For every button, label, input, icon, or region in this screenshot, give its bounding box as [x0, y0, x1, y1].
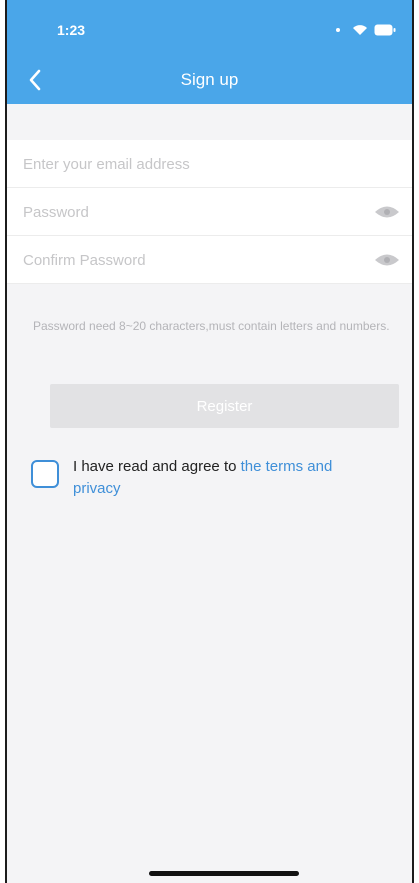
eye-icon[interactable] [374, 252, 400, 268]
phone-screen: 1:23 Sign up Enter your email address Pa… [5, 0, 414, 883]
email-input[interactable] [21, 140, 355, 189]
home-indicator [149, 871, 299, 876]
battery-icon [374, 24, 396, 36]
agreement-text: I have read and agree to the terms and p… [73, 456, 373, 500]
status-bar: 1:23 [7, 0, 412, 60]
status-time: 1:23 [57, 22, 86, 38]
confirm-password-input[interactable] [21, 236, 355, 285]
password-hint: Password need 8~20 characters,must conta… [33, 319, 390, 333]
password-input[interactable] [21, 188, 355, 237]
signup-form [7, 140, 412, 285]
confirm-password-field-row [7, 236, 412, 285]
email-field-row [7, 140, 412, 189]
agree-checkbox[interactable] [31, 460, 59, 488]
password-field-row [7, 188, 412, 237]
signal-icon [336, 28, 340, 32]
page-title: Sign up [180, 70, 239, 89]
app-header: 1:23 Sign up [7, 0, 412, 104]
nav-bar: Sign up [7, 60, 412, 100]
eye-icon[interactable] [374, 204, 400, 220]
status-icons [336, 24, 396, 36]
wifi-icon [352, 24, 368, 36]
register-button[interactable]: Register [50, 384, 399, 428]
agreement-label: I have read and agree to [73, 458, 241, 475]
